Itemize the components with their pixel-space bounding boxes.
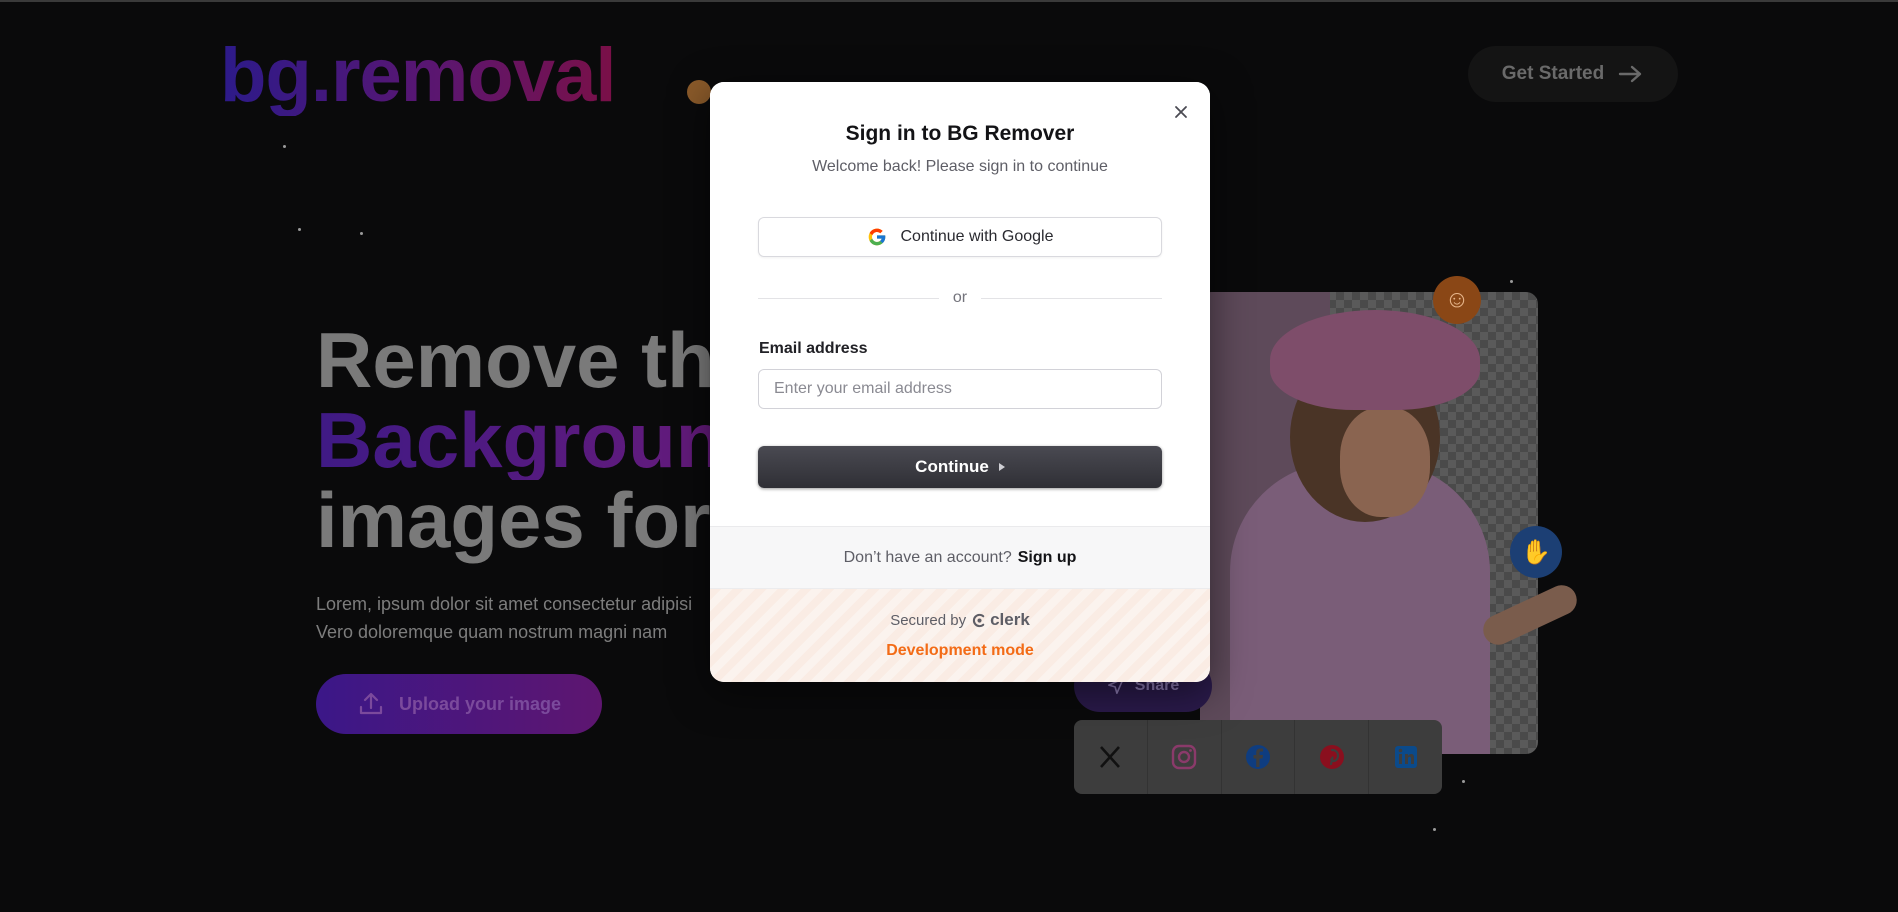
secured-by-row: Secured by clerk (710, 610, 1210, 630)
secured-by-text: Secured by (890, 611, 967, 629)
clerk-icon (972, 613, 985, 627)
divider-line (758, 297, 939, 299)
divider-text: or (952, 289, 968, 306)
continue-label: Continue (915, 457, 989, 476)
sign-up-link[interactable]: Sign up (1018, 549, 1077, 567)
continue-with-google-button[interactable]: Continue with Google (758, 217, 1162, 257)
signup-prompt: Don’t have an account? (843, 548, 1012, 566)
or-divider: or (758, 288, 1163, 308)
sign-in-modal: Sign in to BG Remover Welcome back! Plea… (710, 82, 1210, 682)
google-icon (868, 228, 885, 246)
development-mode-label: Development mode (886, 642, 1034, 659)
secured-footer: Secured by clerk Development mode (710, 588, 1210, 682)
email-label: Email address (759, 340, 868, 357)
continue-button[interactable]: Continue (758, 446, 1162, 488)
divider-line (981, 297, 1163, 299)
clerk-wordmark: clerk (990, 610, 1030, 629)
clerk-logo[interactable]: clerk (972, 610, 1030, 630)
sign-in-card: Sign in to BG Remover Welcome back! Plea… (710, 82, 1210, 526)
close-icon (1175, 106, 1187, 118)
caret-right-icon (998, 463, 1005, 471)
google-button-label: Continue with Google (900, 228, 1054, 245)
modal-subtitle: Welcome back! Please sign in to continue (812, 158, 1108, 175)
email-field[interactable] (758, 369, 1162, 409)
signup-footer: Don’t have an account? Sign up (710, 526, 1210, 588)
modal-title: Sign in to BG Remover (845, 122, 1075, 145)
close-button[interactable] (1169, 100, 1193, 124)
